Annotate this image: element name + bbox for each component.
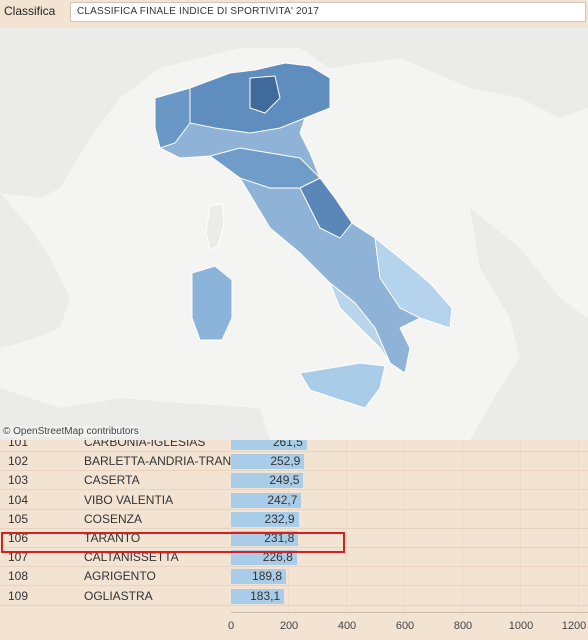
bar-value-label: 261,5 <box>272 440 303 449</box>
row-rank: 108 <box>8 569 29 584</box>
classifica-dropdown[interactable]: CLASSIFICA FINALE INDICE DI SPORTIVITA' … <box>70 2 586 22</box>
table-row[interactable]: 102 BARLETTA-ANDRIA-TRANI 252,9 <box>0 452 588 472</box>
italy-map[interactable] <box>0 28 588 440</box>
sardinia <box>191 265 233 341</box>
table-row[interactable]: 101 CARBONIA-IGLESIAS 261,5 <box>0 440 588 452</box>
row-rank: 109 <box>8 588 29 603</box>
row-rank: 102 <box>8 454 29 469</box>
bar-value-label: 249,5 <box>269 473 300 488</box>
table-row[interactable]: 104 VIBO VALENTIA 242,7 <box>0 491 588 510</box>
x-axis: 0 200 400 600 800 1000 1200 <box>0 612 588 640</box>
bar-value-label: 252,9 <box>270 454 301 469</box>
row-province: VIBO VALENTIA <box>84 492 174 507</box>
x-tick-label: 1000 <box>508 620 534 632</box>
sicily <box>299 362 386 409</box>
x-tick-label: 1200 <box>561 620 587 632</box>
row-province: COSENZA <box>84 511 143 526</box>
row-rank: 101 <box>8 440 29 449</box>
table-row[interactable]: 108 AGRIGENTO 189,8 <box>0 567 588 587</box>
neighbor-land <box>470 208 588 440</box>
row-rank: 104 <box>8 492 29 507</box>
bar-value-label: 242,7 <box>267 492 298 507</box>
x-axis-line <box>231 612 588 613</box>
bar-value-label: 183,1 <box>250 588 281 603</box>
filter-bar: Classifica CLASSIFICA FINALE INDICE DI S… <box>0 0 588 26</box>
map-attribution[interactable]: © OpenStreetMap contributors <box>3 426 139 437</box>
row-province: CASERTA <box>84 473 140 488</box>
neighbor-land <box>0 193 70 348</box>
corsica <box>205 203 225 251</box>
x-tick-label: 0 <box>227 620 235 632</box>
highlighted-row-outline <box>1 532 345 553</box>
x-tick-label: 800 <box>453 620 473 632</box>
row-province: BARLETTA-ANDRIA-TRANI <box>84 454 235 469</box>
row-province: OGLIASTRA <box>84 588 153 603</box>
x-tick-label: 600 <box>395 620 415 632</box>
bar-value-label: 232,9 <box>264 511 295 526</box>
row-province: AGRIGENTO <box>84 569 156 584</box>
map-canvas <box>0 28 588 440</box>
x-tick-label: 400 <box>337 620 357 632</box>
table-row[interactable]: 105 COSENZA 232,9 <box>0 510 588 529</box>
table-row[interactable]: 103 CASERTA 249,5 <box>0 471 588 491</box>
row-rank: 105 <box>8 511 29 526</box>
bar-value-label: 189,8 <box>252 569 283 584</box>
filter-label: Classifica <box>4 4 56 18</box>
ranking-table[interactable]: 101 CARBONIA-IGLESIAS 261,5 102 BARLETTA-AND… <box>0 440 588 610</box>
table-row[interactable]: 109 OGLIASTRA 183,1 <box>0 587 588 606</box>
row-separator <box>0 604 588 606</box>
row-rank: 103 <box>8 473 29 488</box>
x-tick-label: 200 <box>279 620 299 632</box>
row-province: CARBONIA-IGLESIAS <box>84 440 206 449</box>
